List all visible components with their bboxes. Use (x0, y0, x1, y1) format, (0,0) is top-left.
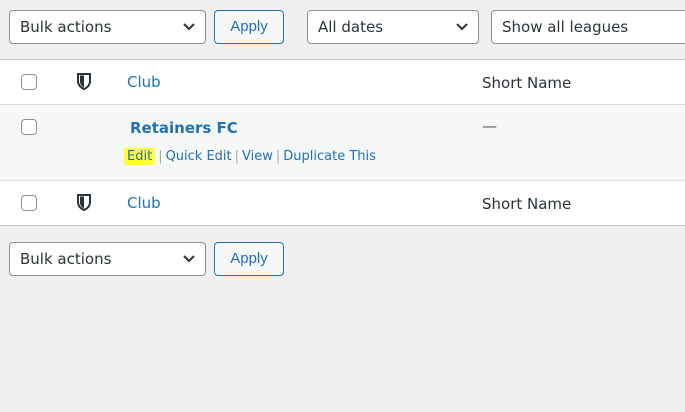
chevron-down-icon (183, 255, 195, 263)
club-title-link[interactable]: Retainers FC (130, 119, 238, 137)
apply-button-top[interactable]: Apply (214, 10, 284, 44)
view-link[interactable]: View (242, 149, 273, 164)
bulk-actions-label: Bulk actions (20, 18, 112, 36)
separator: | (275, 149, 281, 164)
column-header-club[interactable]: Club (127, 73, 161, 91)
leagues-filter-label: Show all leagues (502, 18, 629, 36)
short-name-value: — (482, 117, 497, 135)
duplicate-link[interactable]: Duplicate This (283, 149, 376, 164)
select-all-checkbox-bottom[interactable] (21, 195, 37, 211)
row-checkbox[interactable] (21, 119, 37, 135)
apply-button-bottom[interactable]: Apply (214, 242, 284, 276)
dates-filter-label: All dates (318, 18, 384, 36)
bulk-actions-select-bottom[interactable]: Bulk actions (9, 242, 206, 276)
column-footer-short-name: Short Name (482, 195, 572, 213)
clubs-list-screen: Bulk actions Apply All dates Show all le… (0, 0, 685, 412)
edit-link[interactable]: Edit (124, 148, 156, 165)
table-row: Retainers FC — Edit | Quick Edit | View | Dupl… (0, 105, 685, 181)
clubs-table: Club Short Name Retainers FC — Edit | Quic… (0, 59, 685, 226)
column-footer-club[interactable]: Club (127, 194, 161, 212)
separator: | (234, 149, 240, 164)
chevron-down-icon (183, 23, 195, 31)
bulk-actions-label: Bulk actions (20, 250, 112, 268)
bulk-actions-select-top[interactable]: Bulk actions (9, 10, 206, 44)
column-header-short-name: Short Name (482, 74, 572, 92)
dates-filter-select[interactable]: All dates (307, 10, 479, 44)
separator: | (158, 149, 163, 164)
row-actions: Edit | Quick Edit | View | Duplicate This (124, 148, 376, 165)
quick-edit-link[interactable]: Quick Edit (166, 149, 232, 164)
shield-icon[interactable] (77, 73, 91, 90)
select-all-checkbox-top[interactable] (21, 74, 37, 90)
leagues-filter-select[interactable]: Show all leagues (491, 10, 685, 44)
shield-icon[interactable] (77, 194, 91, 211)
table-footer-row: Club Short Name (0, 181, 685, 226)
table-header-row: Club Short Name (0, 60, 685, 105)
chevron-down-icon (456, 23, 468, 31)
